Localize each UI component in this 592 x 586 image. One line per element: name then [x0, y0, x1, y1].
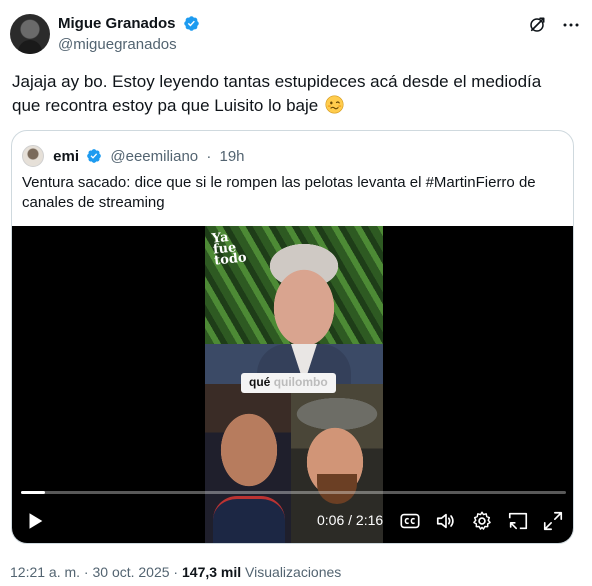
video-frame-top-person: Ya fue todo	[205, 226, 383, 384]
play-icon[interactable]	[24, 510, 46, 532]
video-time-separator: /	[348, 512, 353, 528]
quoted-tweet[interactable]: emi @eeemiliano · 19h Ventura sacado: di…	[11, 130, 574, 544]
quoted-author-name[interactable]: emi	[53, 148, 79, 165]
quoted-verified-badge-icon	[87, 149, 102, 163]
fullscreen-icon[interactable]	[542, 510, 564, 532]
tweet-header: Migue Granados @miguegranados	[10, 14, 582, 58]
caption-rest: quilombo	[273, 375, 328, 389]
video-progress-fill	[21, 491, 45, 494]
author-display-name[interactable]: Migue Granados	[58, 15, 176, 32]
verified-badge-icon	[184, 16, 199, 32]
video-time: 0:06 / 2:16	[317, 512, 383, 528]
tweet-text: Jajaja ay bo. Estoy leyendo tantas estup…	[12, 70, 572, 118]
video-progress-bar[interactable]	[21, 491, 566, 494]
video-person-shirt-left	[213, 496, 285, 543]
author-avatar[interactable]	[10, 14, 50, 54]
tweet-meta: 12:21 a. m. · 30 oct. 2025 · 147,3 mil V…	[10, 564, 341, 580]
video-frame-bottom-left-person	[205, 384, 291, 543]
video-caption: qué quilombo	[241, 373, 336, 393]
video-duration: 2:16	[355, 512, 384, 528]
author-names: Migue Granados @miguegranados	[58, 15, 200, 53]
video-person-beard	[317, 474, 357, 504]
tweet-text-content: Jajaja ay bo. Estoy leyendo tantas estup…	[12, 72, 542, 115]
grok-icon[interactable]	[528, 16, 546, 34]
quoted-tweet-header: emi @eeemiliano · 19h	[22, 145, 245, 167]
quoted-author-avatar[interactable]	[22, 145, 44, 167]
quoted-tweet-text: Ventura sacado: dice que si le rompen la…	[22, 174, 536, 211]
closed-captions-icon[interactable]	[399, 510, 421, 532]
views-label: Visualizaciones	[245, 564, 342, 580]
quoted-timestamp[interactable]: 19h	[220, 148, 245, 165]
caption-highlight: qué	[249, 375, 271, 389]
woozy-face-icon	[325, 95, 344, 114]
video-player[interactable]: Ya fue todo qué quilombo 0:06 / 2:16	[12, 226, 573, 543]
author-handle[interactable]: @miguegranados	[58, 36, 200, 53]
quoted-separator: ·	[206, 147, 212, 165]
video-current-time: 0:06	[317, 512, 345, 528]
brand-line-3: todo	[213, 250, 248, 269]
video-brand-logo: Ya fue todo	[211, 230, 248, 269]
views-count: 147,3 mil	[182, 564, 242, 580]
tweet-timestamp[interactable]: 12:21 a. m. · 30 oct. 2025 ·	[10, 564, 178, 580]
more-options-icon[interactable]	[562, 16, 580, 34]
picture-in-picture-icon[interactable]	[507, 510, 529, 532]
quoted-author-handle[interactable]: @eeemiliano	[110, 148, 198, 165]
settings-gear-icon[interactable]	[471, 510, 493, 532]
volume-icon[interactable]	[435, 510, 457, 532]
